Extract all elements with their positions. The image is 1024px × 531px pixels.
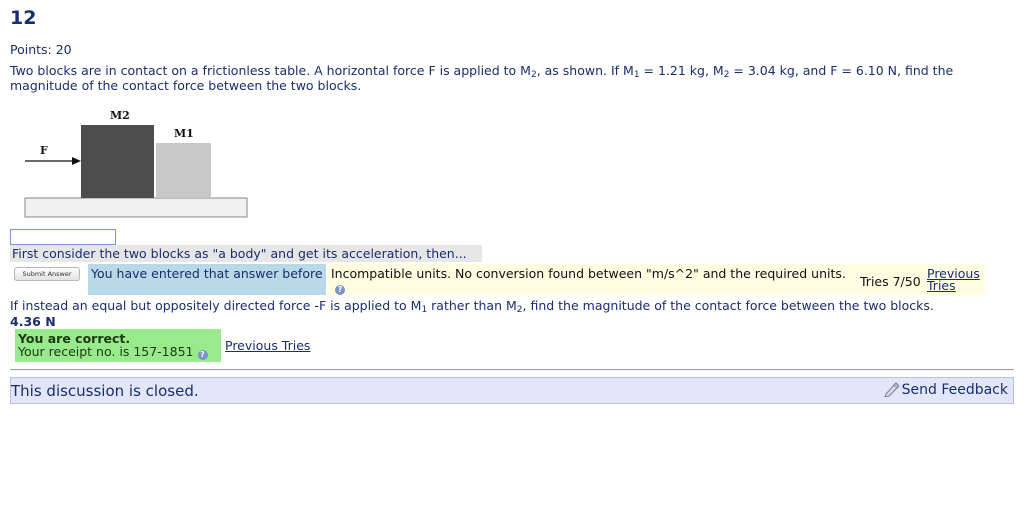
question-part: = 3.04 kg, and F = 6.10 N, find the	[729, 63, 954, 78]
question-part: , as shown. If M	[536, 63, 634, 78]
send-feedback-link[interactable]: Send Feedback	[884, 382, 1008, 398]
question-part: = 1.21 kg, M	[639, 63, 724, 78]
part-b-question-part: rather than M	[427, 298, 517, 313]
part-b-question: If instead an equal but oppositely direc…	[10, 298, 934, 315]
label-m2: M2	[110, 109, 130, 122]
units-error-message: Incompatible units. No conversion found …	[327, 264, 858, 295]
question-part: magnitude of the contact force between t…	[10, 78, 362, 93]
label-m1: M1	[174, 127, 194, 140]
arrow-icon	[25, 157, 81, 165]
table-surface	[24, 197, 248, 218]
correct-message: You are correct. Your receipt no. is 157…	[15, 329, 221, 362]
label-f: F	[40, 144, 48, 157]
receipt-line: Your receipt no. is 157-1851?	[18, 345, 221, 360]
question-part: Two blocks are in contact on a frictionl…	[10, 63, 531, 78]
question-text: Two blocks are in contact on a frictionl…	[10, 63, 1010, 93]
help-icon[interactable]: ?	[197, 350, 208, 360]
points-label: Points: 20	[10, 42, 72, 57]
block-m1	[156, 143, 211, 198]
discussion-bar: This discussion is closed. Send Feedback	[10, 377, 1014, 404]
divider	[10, 369, 1014, 370]
receipt-text: Your receipt no. is 157-1851	[18, 344, 194, 359]
discussion-closed-text: This discussion is closed.	[11, 382, 199, 400]
hint-box: First consider the two blocks as "a body…	[10, 245, 482, 262]
submit-answer-button[interactable]: Submit Answer	[14, 267, 80, 281]
part-b-question-part: , find the magnitude of the contact forc…	[522, 298, 934, 313]
problem-number: 12	[10, 7, 37, 29]
answer-input[interactable]	[10, 229, 116, 245]
feedback-icon	[884, 382, 900, 397]
previous-tries-link[interactable]: Previous Tries	[225, 338, 310, 353]
part-b-question-part: If instead an equal but oppositely direc…	[10, 298, 422, 313]
help-icon[interactable]: ?	[335, 285, 345, 295]
tries-box: Tries 7/50 Previous Tries	[858, 264, 985, 295]
blocks-figure: M2 M1 F	[24, 109, 248, 218]
units-error-text: Incompatible units. No conversion found …	[331, 266, 846, 281]
block-m2	[81, 125, 154, 198]
previous-tries-link[interactable]: Previous Tries	[927, 267, 985, 292]
part-b-answer: 4.36 N	[10, 314, 56, 329]
tries-count: Tries 7/50	[860, 274, 921, 289]
same-answer-message: You have entered that answer before	[88, 264, 326, 295]
send-feedback-label: Send Feedback	[901, 382, 1008, 398]
